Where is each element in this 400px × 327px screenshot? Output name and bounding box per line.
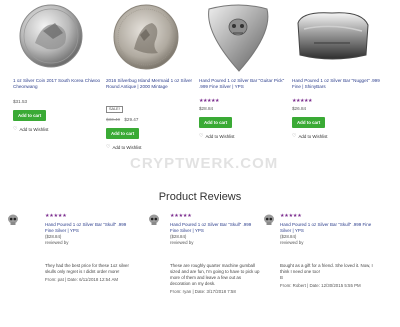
sale-badge: SALE! xyxy=(106,105,123,113)
wishlist-label: Add to Wishlist xyxy=(298,133,328,139)
skull-thumbnail-icon[interactable] xyxy=(263,214,275,226)
add-to-wishlist-link[interactable]: ♡ Add to Wishlist xyxy=(292,133,384,139)
product-grid: 1 oz Silver Coin 2017 South Korea Chiwoo… xyxy=(0,0,400,165)
review-stars: ★★★★★ xyxy=(280,214,302,219)
review-text: They had the best price for these 1oz si… xyxy=(45,263,129,274)
old-price: $33.40 xyxy=(106,117,121,122)
watermark: CRYPTWERK.COM xyxy=(130,155,279,172)
product-price: $33.40 $29.47 xyxy=(106,117,198,122)
heart-icon: ♡ xyxy=(13,126,18,132)
add-to-wishlist-link[interactable]: ♡ Add to Wishlist xyxy=(199,133,291,139)
heart-icon: ♡ xyxy=(292,133,297,139)
product-card: Hand Poured 1 oz Silver Bar "Guitar Pick… xyxy=(199,0,291,139)
review-stars: ★★★★★ xyxy=(45,214,67,219)
rating-stars: ★★★★★ xyxy=(199,99,220,104)
product-price: $26.84 xyxy=(292,106,307,111)
product-card: 2016 Silverbug Island Mermaid 1 oz Silve… xyxy=(106,0,198,150)
product-image[interactable] xyxy=(13,3,93,73)
add-to-cart-button[interactable]: Add to cart xyxy=(106,128,140,139)
rating-stars: ★★★★★ xyxy=(292,99,313,104)
review-author-date: From: pat | Date: 6/11/2018 12:54 AM xyxy=(45,277,119,282)
review-text: Bought as a gift for a friend. She loved… xyxy=(280,263,373,274)
product-image[interactable] xyxy=(292,3,372,73)
heart-icon: ♡ xyxy=(199,133,204,139)
review-product-link[interactable]: Hand Poured 1 oz Silver Bar "Skull" .999… xyxy=(170,222,260,234)
add-to-cart-button[interactable]: Add to cart xyxy=(199,117,233,128)
add-to-cart-button[interactable]: Add to cart xyxy=(292,117,326,128)
wishlist-label: Add to Wishlist xyxy=(112,144,142,150)
guitar-pick-icon xyxy=(208,4,269,72)
review-product-link[interactable]: Hand Poured 1 oz Silver Bar "Skull" .999… xyxy=(45,222,135,234)
product-image[interactable] xyxy=(199,3,279,73)
review-body: ★★★★★ Hand Poured 1 oz Silver Bar "Skull… xyxy=(45,214,135,283)
review-reviewed-by: reviewed by xyxy=(45,240,69,245)
review-stars: ★★★★★ xyxy=(170,214,192,219)
nugget-bar-icon xyxy=(297,12,369,60)
product-title[interactable]: Hand Poured 1 oz Silver Bar "Guitar Pick… xyxy=(199,78,291,97)
reviews-heading: Product Reviews xyxy=(158,191,242,203)
review-author-date: From: Robert | Date: 12/30/2015 5:55 PM xyxy=(280,283,361,288)
add-to-wishlist-link[interactable]: ♡ Add to Wishlist xyxy=(106,144,198,150)
product-title[interactable]: 2016 Silverbug Island Mermaid 1 oz Silve… xyxy=(106,78,198,97)
silver-coin-icon xyxy=(19,4,83,68)
product-price: $31.53 xyxy=(13,99,28,104)
review-extra: B xyxy=(280,275,283,280)
product-card: 1 oz Silver Coin 2017 South Korea Chiwoo… xyxy=(13,0,105,132)
product-title[interactable]: 1 oz Silver Coin 2017 South Korea Chiwoo… xyxy=(13,78,105,97)
product-card: Hand Poured 1 oz Silver Bar "Nugget" .99… xyxy=(292,0,384,139)
add-to-cart-button[interactable]: Add to cart xyxy=(13,110,47,121)
sale-price: $29.47 xyxy=(124,117,139,122)
review-reviewed-by: reviewed by xyxy=(170,240,194,245)
review-reviewed-by: reviewed by xyxy=(280,240,304,245)
wishlist-label: Add to Wishlist xyxy=(205,133,235,139)
silver-round-icon xyxy=(113,4,179,70)
add-to-wishlist-link[interactable]: ♡ Add to Wishlist xyxy=(13,126,105,132)
product-image[interactable] xyxy=(106,3,186,73)
product-title[interactable]: Hand Poured 1 oz Silver Bar "Nugget" .99… xyxy=(292,78,384,97)
skull-thumbnail-icon[interactable] xyxy=(148,214,160,226)
review-text: These are roughly quarter machine gumbal… xyxy=(170,263,260,286)
skull-thumbnail-icon[interactable] xyxy=(7,214,19,226)
product-price: $28.84 xyxy=(199,106,214,111)
wishlist-label: Add to Wishlist xyxy=(19,126,49,132)
review-author-date: From: ryan | Date: 3/17/2018 7:58 xyxy=(170,289,236,294)
review-product-link[interactable]: Hand Poured 1 oz Silver Bar "Skull" .999… xyxy=(280,222,380,234)
heart-icon: ♡ xyxy=(106,144,111,150)
review-body: ★★★★★ Hand Poured 1 oz Silver Bar "Skull… xyxy=(170,214,260,295)
review-body: ★★★★★ Hand Poured 1 oz Silver Bar "Skull… xyxy=(280,214,380,289)
